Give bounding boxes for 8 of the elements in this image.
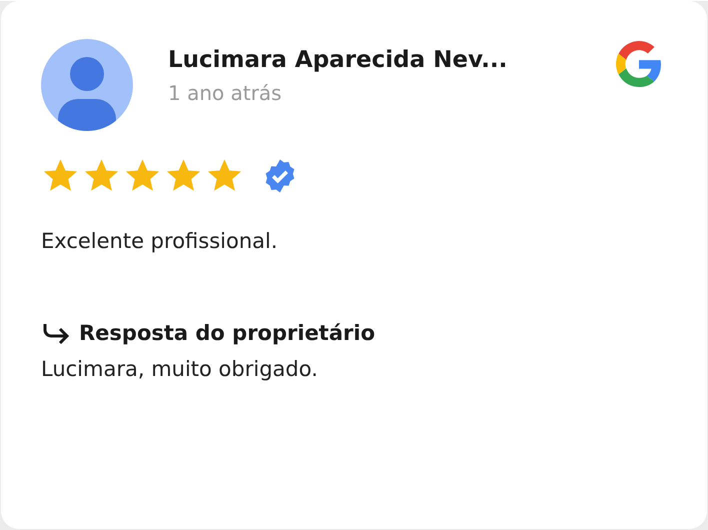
author-name: Lucimara Aparecida Nev... [168, 47, 508, 73]
reply-arrow-icon [41, 322, 71, 344]
review-date: 1 ano atrás [168, 81, 283, 105]
review-text: Excelente profissional. [41, 229, 279, 253]
reply-text: Lucimara, muito obrigado. [41, 357, 319, 381]
avatar-icon [41, 39, 133, 131]
google-logo-icon [616, 41, 662, 87]
reply-title: Resposta do proprietário [79, 321, 375, 345]
